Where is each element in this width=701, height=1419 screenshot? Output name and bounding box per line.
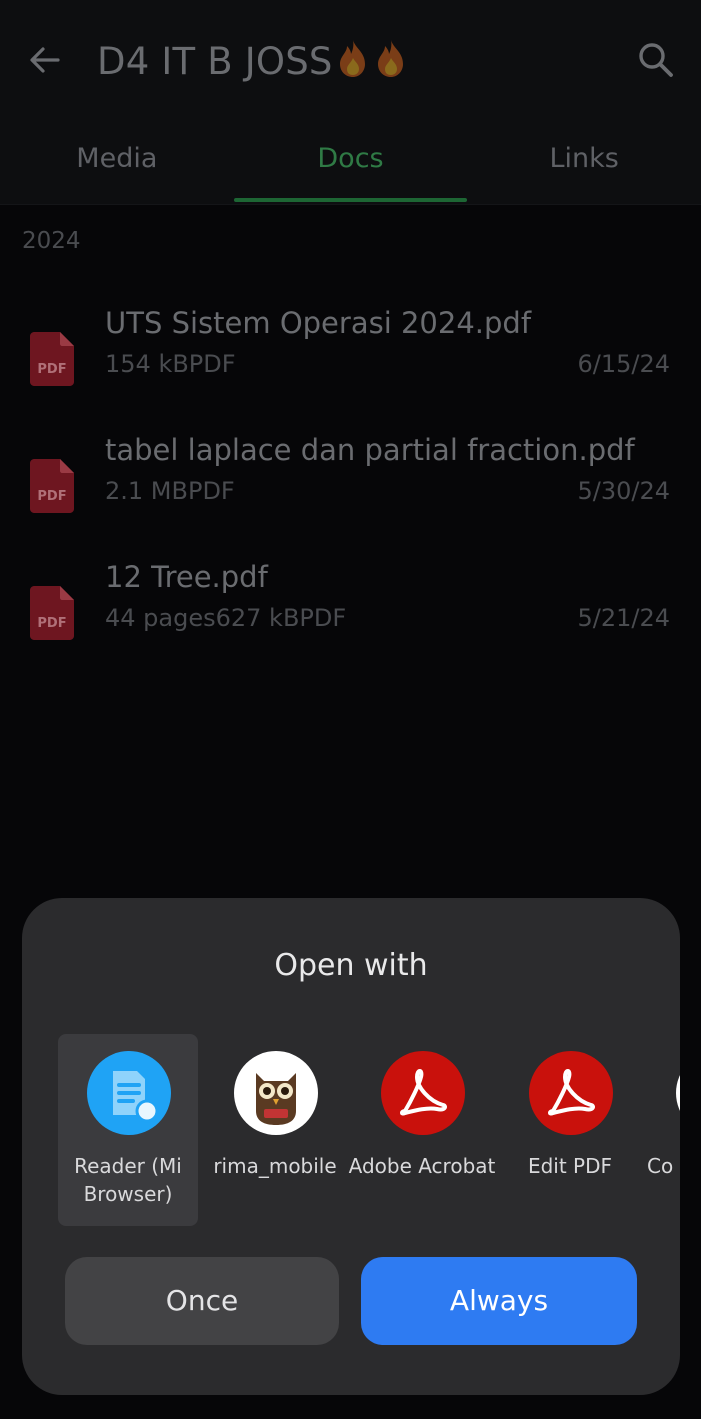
tab-media-label: Media <box>76 143 158 174</box>
tab-indicator <box>233 198 468 202</box>
app-option-adobe-acrobat[interactable]: Adobe Acrobat <box>349 1034 495 1226</box>
acrobat-icon <box>381 1051 465 1135</box>
open-with-dialog: Open with Reader (Mi Browser) rima_mobil… <box>22 898 680 1395</box>
acrobat-icon <box>529 1051 613 1135</box>
app-label: Co <box>647 1154 674 1178</box>
app-option-reader[interactable]: Reader (Mi Browser) <box>58 1034 198 1226</box>
always-button[interactable]: Always <box>361 1257 637 1345</box>
app-option-partial[interactable]: Co <box>647 1034 680 1226</box>
app-option-edit-pdf[interactable]: Edit PDF <box>500 1034 640 1226</box>
tab-links-label: Links <box>549 143 619 174</box>
file-date: 6/15/24 <box>577 350 670 378</box>
screen: D4 IT B JOSS Media Docs Links 2024 PDF U… <box>0 0 701 1419</box>
app-bar: D4 IT B JOSS <box>0 0 701 120</box>
file-meta: 44 pages627 kBPDF <box>105 604 347 632</box>
file-date: 5/21/24 <box>577 604 670 632</box>
app-icon <box>676 1051 680 1135</box>
list-item[interactable]: PDF 12 Tree.pdf 44 pages627 kBPDF 5/21/2… <box>0 560 701 670</box>
group-name: D4 IT B JOSS <box>97 40 333 83</box>
pdf-icon-label: PDF <box>37 489 66 504</box>
pdf-icon-label: PDF <box>37 616 66 631</box>
tab-links[interactable]: Links <box>467 120 701 204</box>
list-item[interactable]: PDF tabel laplace dan partial fraction.p… <box>0 433 701 543</box>
tab-docs[interactable]: Docs <box>233 120 468 204</box>
search-icon[interactable] <box>636 40 676 80</box>
list-item[interactable]: PDF UTS Sistem Operasi 2024.pdf 154 kBPD… <box>0 306 701 416</box>
page-title: D4 IT B JOSS <box>97 38 409 83</box>
reader-icon <box>87 1051 171 1135</box>
divider <box>0 204 701 205</box>
pdf-file-icon: PDF <box>30 457 76 513</box>
file-name: tabel laplace dan partial fraction.pdf <box>105 433 635 467</box>
tab-docs-label: Docs <box>317 143 384 174</box>
app-label: Edit PDF <box>527 1154 613 1178</box>
once-button[interactable]: Once <box>65 1257 339 1345</box>
pdf-file-icon: PDF <box>30 330 76 386</box>
file-meta: 154 kBPDF <box>105 350 236 378</box>
tab-media[interactable]: Media <box>0 120 234 204</box>
app-label: Adobe Acrobat <box>348 1154 496 1178</box>
arrow-left-icon[interactable] <box>25 40 65 80</box>
fire-icon <box>335 38 371 78</box>
tab-bar: Media Docs Links <box>0 120 701 204</box>
app-label: rima_mobile <box>213 1154 337 1178</box>
fire-icon <box>373 38 409 78</box>
app-chooser-list: Reader (Mi Browser) rima_mobile Adobe Ac… <box>22 1034 680 1234</box>
pdf-icon-label: PDF <box>37 362 66 377</box>
dialog-title: Open with <box>274 948 428 983</box>
file-name: UTS Sistem Operasi 2024.pdf <box>105 306 532 340</box>
file-name: 12 Tree.pdf <box>105 560 268 594</box>
app-label: Reader (Mi Browser) <box>74 1154 182 1206</box>
section-header: 2024 <box>22 228 81 254</box>
file-date: 5/30/24 <box>577 477 670 505</box>
file-meta: 2.1 MBPDF <box>105 477 235 505</box>
owl-icon <box>234 1051 318 1135</box>
app-option-rima-mobile[interactable]: rima_mobile <box>205 1034 345 1226</box>
pdf-file-icon: PDF <box>30 584 76 640</box>
